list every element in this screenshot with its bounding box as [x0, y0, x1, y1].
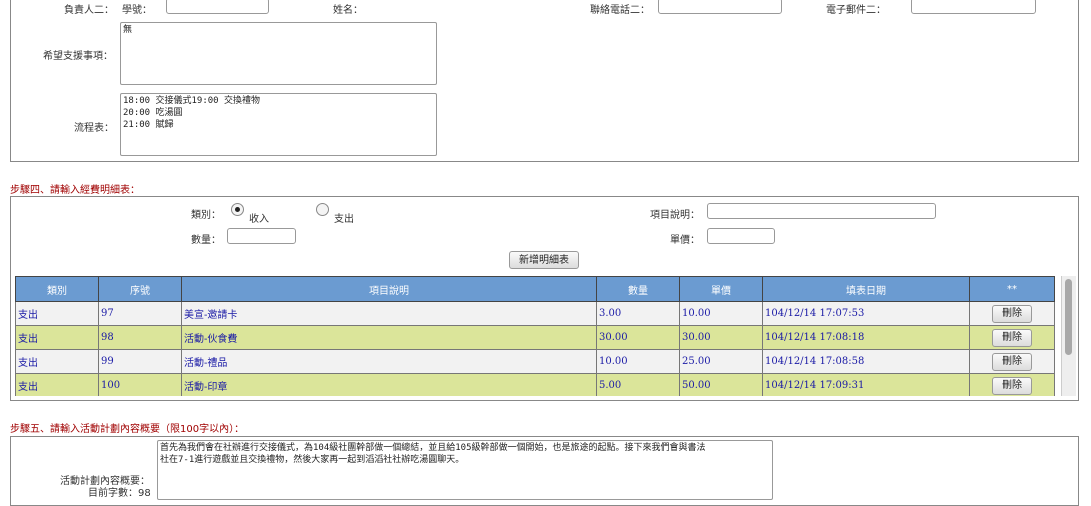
item-desc-label: 項目說明： — [650, 210, 700, 221]
cell-price: 10.00 — [679, 301, 763, 326]
cell-price: 25.00 — [679, 349, 763, 374]
email2-input[interactable] — [911, 0, 1036, 14]
table-row: 支出 99 活動-禮品 10.00 25.00 104/12/14 17:08:… — [15, 349, 1055, 374]
delete-button[interactable]: 刪除 — [992, 352, 1032, 371]
schedule-textarea[interactable]: 18:00 交接儀式19:00 交換禮物 20:00 吃湯圓 21:00 賦歸 — [120, 93, 437, 156]
budget-table-viewport: 類別 序號 項目說明 數量 單價 填表日期 ** 支出 97 美宣-邀請卡 3.… — [15, 276, 1056, 396]
unit-price-label: 單價： — [670, 235, 700, 246]
name-label: 姓名： — [333, 5, 363, 16]
delete-button[interactable]: 刪除 — [992, 376, 1032, 395]
col-header-qty: 數量 — [596, 276, 680, 302]
cell-desc: 美宣-邀請卡 — [181, 301, 597, 326]
quantity-label: 數量： — [191, 235, 221, 246]
cell-date: 104/12/14 17:08:58 — [762, 349, 970, 374]
cell-date: 104/12/14 17:09:31 — [762, 373, 970, 396]
category-label: 類別： — [191, 210, 221, 221]
cell-qty: 10.00 — [596, 349, 680, 374]
phone2-label: 聯絡電話二： — [590, 5, 650, 16]
delete-button[interactable]: 刪除 — [992, 304, 1032, 323]
student-id-input[interactable] — [166, 0, 269, 14]
table-header-row: 類別 序號 項目說明 數量 單價 填表日期 ** — [15, 276, 1055, 302]
budget-table: 類別 序號 項目說明 數量 單價 填表日期 ** 支出 97 美宣-邀請卡 3.… — [15, 276, 1055, 396]
cell-qty: 3.00 — [596, 301, 680, 326]
cell-qty: 5.00 — [596, 373, 680, 396]
col-header-desc: 項目說明 — [181, 276, 597, 302]
email2-label: 電子郵件二： — [826, 5, 886, 16]
support-label: 希望支援事項： — [43, 51, 113, 62]
income-radio-label: 收入 — [249, 214, 269, 225]
cell-action: 刪除 — [969, 373, 1055, 396]
cell-qty: 30.00 — [596, 325, 680, 350]
col-header-type: 類別 — [15, 276, 99, 302]
cell-desc: 活動-印章 — [181, 373, 597, 396]
delete-button[interactable]: 刪除 — [992, 328, 1032, 347]
col-header-date: 填表日期 — [762, 276, 970, 302]
expense-radio-label: 支出 — [334, 214, 354, 225]
cell-date: 104/12/14 17:07:53 — [762, 301, 970, 326]
income-radio[interactable] — [231, 203, 244, 216]
step4-title: 步驟四、請輸入經費明細表： — [10, 185, 140, 196]
cell-date: 104/12/14 17:08:18 — [762, 325, 970, 350]
cell-type: 支出 — [15, 349, 99, 374]
table-row: 支出 98 活動-伙食費 30.00 30.00 104/12/14 17:08… — [15, 325, 1055, 350]
schedule-label: 流程表： — [74, 123, 114, 134]
cell-action: 刪除 — [969, 301, 1055, 326]
student-id-label: 學號： — [122, 5, 152, 16]
col-header-price: 單價 — [679, 276, 763, 302]
table-row: 支出 100 活動-印章 5.00 50.00 104/12/14 17:09:… — [15, 373, 1055, 396]
unit-price-input[interactable] — [707, 228, 775, 244]
cell-action: 刪除 — [969, 325, 1055, 350]
table-row: 支出 97 美宣-邀請卡 3.00 10.00 104/12/14 17:07:… — [15, 301, 1055, 326]
add-detail-button[interactable]: 新增明細表 — [509, 251, 579, 269]
cell-price: 30.00 — [679, 325, 763, 350]
cell-desc: 活動-伙食費 — [181, 325, 597, 350]
item-desc-input[interactable] — [707, 203, 936, 219]
cell-no: 98 — [98, 325, 182, 350]
summary-textarea[interactable]: 首先為我們會在社辦進行交接儀式，為104級社團幹部做一個總結，並且給105級幹部… — [157, 440, 773, 500]
cell-no: 97 — [98, 301, 182, 326]
cell-type: 支出 — [15, 301, 99, 326]
support-textarea[interactable]: 無 — [120, 22, 437, 85]
step5-title: 步驟五、請輸入活動計劃內容概要（限100字以內）： — [10, 424, 245, 435]
table-scrollbar[interactable] — [1061, 276, 1076, 396]
expense-radio[interactable] — [316, 203, 329, 216]
cell-desc: 活動-禮品 — [181, 349, 597, 374]
cell-price: 50.00 — [679, 373, 763, 396]
quantity-input[interactable] — [227, 228, 296, 244]
cell-type: 支出 — [15, 373, 99, 396]
cell-type: 支出 — [15, 325, 99, 350]
cell-no: 99 — [98, 349, 182, 374]
phone2-input[interactable] — [658, 0, 782, 14]
col-header-action: ** — [969, 276, 1055, 302]
table-scrollbar-thumb[interactable] — [1065, 279, 1072, 355]
owner2-label: 負責人二： — [64, 5, 114, 16]
cell-action: 刪除 — [969, 349, 1055, 374]
cell-no: 100 — [98, 373, 182, 396]
col-header-no: 序號 — [98, 276, 182, 302]
